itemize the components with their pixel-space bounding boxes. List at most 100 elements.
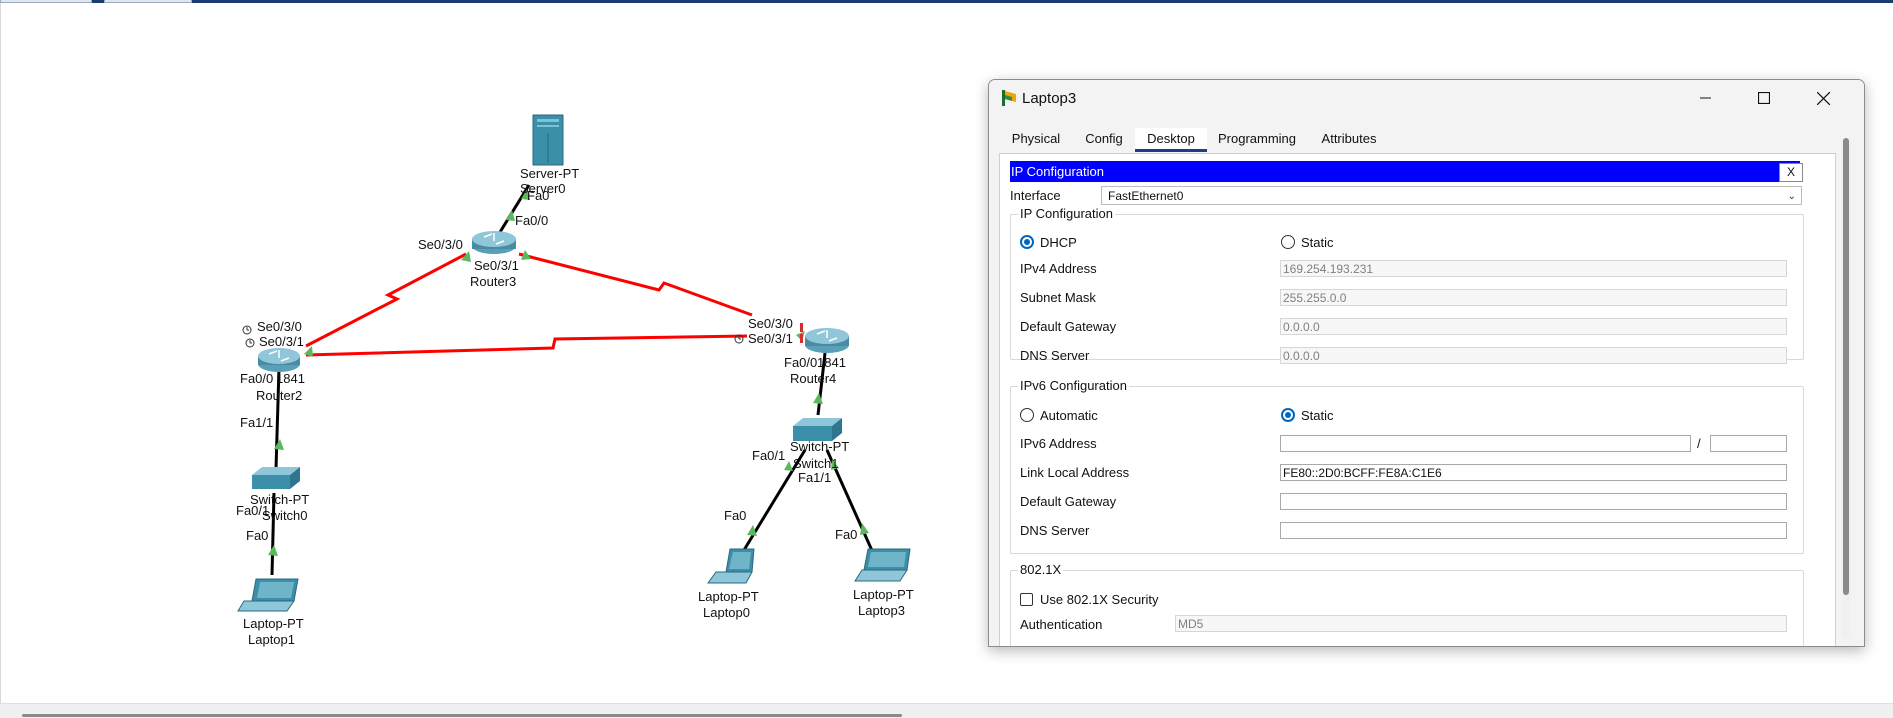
- maximize-icon: [1758, 92, 1770, 104]
- ipv6-group-title: IPv6 Configuration: [1018, 378, 1129, 393]
- laptop3-icon[interactable]: [854, 548, 911, 582]
- router4-icon[interactable]: [805, 328, 849, 353]
- port-label: Se0/3/1: [259, 334, 304, 349]
- link-local-label: Link Local Address: [1020, 465, 1130, 480]
- interface-label: Interface: [1010, 188, 1061, 203]
- packet-tracer-app-icon: [1002, 90, 1016, 106]
- tab-desktop[interactable]: Desktop: [1135, 128, 1207, 152]
- port-label: Fa0/1: [236, 503, 269, 518]
- ipv6-gateway-field[interactable]: [1280, 493, 1787, 510]
- dhcp-radio[interactable]: [1020, 235, 1034, 249]
- prefix-separator: /: [1697, 436, 1701, 451]
- port-label: Se0/3/0: [748, 316, 793, 331]
- close-icon: [1816, 91, 1830, 105]
- port-label: Fa0: [835, 527, 857, 542]
- ipv4-group-title: IP Configuration: [1018, 206, 1115, 221]
- port-label: Se0/3/1: [748, 331, 793, 346]
- ip-configuration-panel: IP Configuration X Interface FastEtherne…: [999, 153, 1836, 646]
- authentication-select[interactable]: MD5: [1175, 615, 1787, 632]
- serial-link-router3-router4: [518, 252, 753, 317]
- laptop1-name-label: Laptop1: [248, 632, 295, 647]
- link-status-indicators: [268, 189, 869, 556]
- use-8021x-checkbox[interactable]: [1020, 593, 1033, 606]
- laptop1-icon[interactable]: [237, 578, 299, 612]
- switch1-type-label: Switch-PT: [790, 439, 849, 454]
- ipv6-address-field[interactable]: [1280, 435, 1691, 452]
- tab-physical[interactable]: Physical: [999, 128, 1073, 150]
- port-label: Se0/3/1: [474, 258, 519, 273]
- chevron-down-icon: ⌄: [1787, 191, 1796, 202]
- router4-name-label: Router4: [790, 371, 836, 386]
- ipv6-dns-field[interactable]: [1280, 522, 1787, 539]
- port-label: Fa0: [724, 508, 746, 523]
- dialog-titlebar[interactable]: Laptop3: [989, 80, 1864, 117]
- port-label: Fa0/1: [752, 448, 785, 463]
- dns-server-field[interactable]: 0.0.0.0: [1280, 347, 1787, 364]
- ip-config-header: IP Configuration: [1010, 161, 1800, 182]
- ipv4-config-group: IP Configuration DHCP Static IPv4 Addres…: [1010, 206, 1804, 364]
- laptop3-dialog: Laptop3 Physical Config Desktop Programm…: [988, 79, 1865, 647]
- maximize-button[interactable]: [1735, 80, 1793, 116]
- minimize-button[interactable]: [1677, 80, 1735, 116]
- tab-attributes[interactable]: Attributes: [1307, 128, 1391, 150]
- ipv6-dns-label: DNS Server: [1020, 523, 1090, 538]
- interface-select[interactable]: FastEthernet0 ⌄: [1101, 186, 1802, 205]
- router3-icon[interactable]: [472, 231, 516, 254]
- router3-name-label: Router3: [470, 274, 516, 289]
- ipv6-gateway-label: Default Gateway: [1020, 494, 1117, 509]
- switch1-icon[interactable]: [793, 418, 842, 441]
- tab-config[interactable]: Config: [1073, 128, 1135, 150]
- router2-icon[interactable]: [258, 348, 300, 372]
- ipv6-address-label: IPv6 Address: [1020, 436, 1097, 451]
- port-label: Fa0: [527, 188, 549, 203]
- static-radio[interactable]: [1281, 235, 1295, 249]
- port-label: Se0/3/0: [257, 319, 302, 334]
- port-label: Fa1/1: [240, 415, 273, 430]
- automatic-label: Automatic: [1040, 408, 1098, 423]
- switch1-name-label: Switch1: [793, 456, 839, 471]
- switch0-icon[interactable]: [252, 467, 300, 489]
- subnet-mask-label: Subnet Mask: [1020, 290, 1096, 305]
- port-label: Fa0/0: [240, 371, 273, 386]
- serial-link-router2-router4: [305, 334, 748, 357]
- port-label: Fa0/0: [515, 213, 548, 228]
- use-8021x-label: Use 802.1X Security: [1040, 592, 1159, 607]
- laptop1-type-label: Laptop-PT: [243, 616, 304, 631]
- router4-model-label: 1841: [817, 355, 846, 370]
- ipv6-static-radio[interactable]: [1281, 408, 1295, 422]
- static-label: Static: [1301, 235, 1334, 250]
- default-gateway-field[interactable]: 0.0.0.0: [1280, 318, 1787, 335]
- ipv4-address-label: IPv4 Address: [1020, 261, 1097, 276]
- ip-config-close-button[interactable]: X: [1779, 163, 1803, 182]
- authentication-label: Authentication: [1020, 617, 1103, 632]
- workspace-horizontal-scrollbar[interactable]: [0, 703, 1893, 718]
- server-icon[interactable]: [532, 114, 564, 166]
- port-label: Fa0: [246, 528, 268, 543]
- router2-name-label: Router2: [256, 388, 302, 403]
- laptop0-icon[interactable]: [707, 548, 755, 584]
- port-label: Fa0/0: [784, 355, 817, 370]
- close-button[interactable]: [1794, 80, 1852, 116]
- laptop3-type-label: Laptop-PT: [853, 587, 914, 602]
- ipv6-static-label: Static: [1301, 408, 1334, 423]
- default-gateway-label: Default Gateway: [1020, 319, 1117, 334]
- dialog-title: Laptop3: [1022, 90, 1077, 107]
- automatic-radio[interactable]: [1020, 408, 1034, 422]
- link-local-field[interactable]: FE80::2D0:BCFF:FE8A:C1E6: [1280, 464, 1787, 481]
- ipv4-address-field[interactable]: 169.254.193.231: [1280, 260, 1787, 277]
- router2-model-label: 1841: [276, 371, 305, 386]
- laptop0-name-label: Laptop0: [703, 605, 750, 620]
- workspace-border: [0, 3, 1, 703]
- ipv6-config-group: IPv6 Configuration Automatic Static IPv6…: [1010, 378, 1804, 554]
- server-type-label: Server-PT: [520, 166, 579, 181]
- tab-programming[interactable]: Programming: [1207, 128, 1307, 150]
- laptop3-name-label: Laptop3: [858, 603, 905, 618]
- dialog-vertical-scrollbar[interactable]: [1842, 138, 1851, 638]
- port-label: Fa1/1: [798, 470, 831, 485]
- dot1x-group: 802.1X Use 802.1X Security Authenticatio…: [1010, 562, 1804, 646]
- dot1x-group-title: 802.1X: [1018, 562, 1064, 577]
- ipv6-prefix-field[interactable]: [1710, 435, 1787, 452]
- subnet-mask-field[interactable]: 255.255.0.0: [1280, 289, 1787, 306]
- interface-value: FastEthernet0: [1108, 189, 1184, 203]
- scrollbar-thumb[interactable]: [1843, 138, 1849, 595]
